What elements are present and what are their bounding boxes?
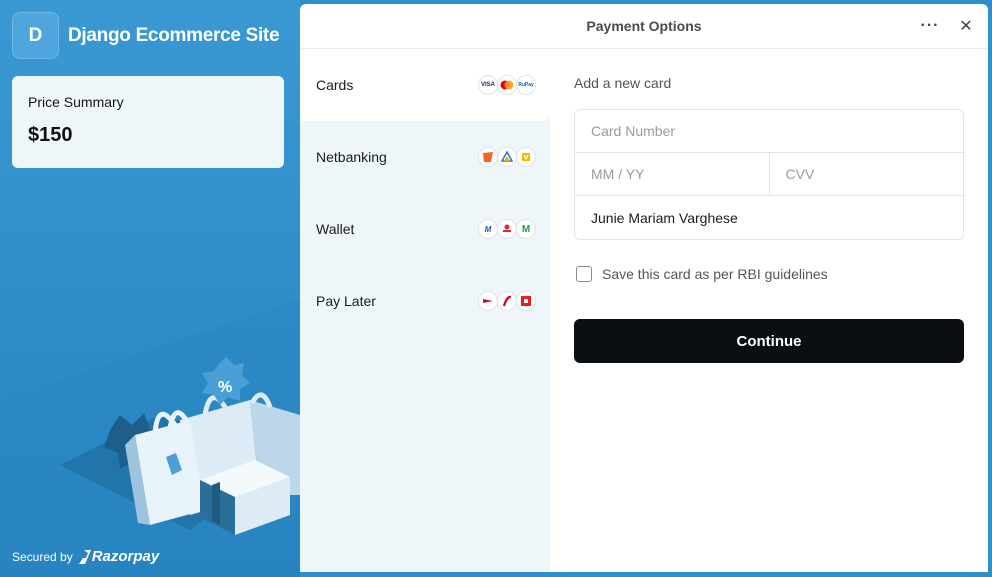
expiry-input[interactable] [591, 166, 753, 182]
cvv-cell [768, 153, 964, 195]
card-form: Add a new card Card Number MM / YY CVV J… [574, 49, 964, 363]
wallet-icon: M [478, 219, 498, 239]
wallet-icon: M [516, 219, 536, 239]
method-label: Pay Later [316, 293, 376, 309]
secured-by: Secured by Razorpay [12, 548, 159, 565]
method-label: Netbanking [316, 149, 387, 165]
card-number-input[interactable] [591, 123, 947, 139]
checkout-sidebar: D Django Ecommerce Site Price Summary $1… [0, 0, 300, 577]
paylater-icon [516, 291, 536, 311]
rupay-icon: RuPay [516, 75, 536, 95]
form-title: Add a new card [574, 75, 672, 91]
paylater-icon [478, 291, 498, 311]
card-fields [574, 109, 964, 240]
save-card-checkbox[interactable] [576, 266, 592, 282]
price-summary-amount: $150 [28, 124, 73, 146]
method-pay-later[interactable]: Pay Later [300, 265, 550, 337]
method-badges: M M [478, 219, 536, 239]
method-cards[interactable]: Cards VISA RuPay [300, 49, 550, 121]
cardholder-cell [575, 196, 963, 239]
expiry-cell [575, 153, 769, 195]
wallet-icon [497, 219, 517, 239]
cardholder-row [575, 196, 963, 239]
method-badges: VISA RuPay [478, 75, 536, 95]
continue-button[interactable]: Continue [574, 319, 964, 363]
card-number-row [575, 110, 963, 153]
brand-name: Django Ecommerce Site [68, 24, 280, 46]
ellipsis-icon: ··· [920, 17, 940, 34]
method-label: Wallet [316, 221, 355, 237]
payment-methods-list: Cards VISA RuPay Netbanking Wallet M M P… [300, 49, 550, 572]
razorpay-wordmark: Razorpay [91, 548, 160, 565]
price-summary-label: Price Summary [28, 94, 124, 110]
discount-symbol: % [218, 379, 232, 396]
modal-header: Payment Options ··· ✕ [300, 4, 988, 49]
mastercard-icon [497, 75, 517, 95]
method-wallet[interactable]: Wallet M M [300, 193, 550, 265]
method-badges [478, 147, 536, 167]
paylater-icon [497, 291, 517, 311]
brand-logo: D [12, 12, 59, 59]
bank-icon [497, 147, 517, 167]
method-netbanking[interactable]: Netbanking [300, 121, 550, 193]
price-summary-card: Price Summary $150 [12, 76, 284, 168]
payment-modal: Payment Options ··· ✕ Cards VISA RuPay N… [300, 4, 988, 572]
expiry-cvv-row [575, 153, 963, 196]
close-button[interactable]: ✕ [954, 14, 978, 38]
shopping-bags-illustration: % [60, 357, 300, 535]
visa-icon: VISA [478, 75, 498, 95]
bank-icon [478, 147, 498, 167]
razorpay-icon [78, 549, 91, 564]
more-options-button[interactable]: ··· [918, 14, 942, 38]
save-card-option[interactable]: Save this card as per RBI guidelines [574, 266, 964, 282]
modal-title: Payment Options [586, 18, 702, 34]
method-label: Cards [316, 77, 354, 93]
bank-icon [516, 147, 536, 167]
cardholder-name-input[interactable] [591, 209, 947, 226]
close-icon: ✕ [959, 18, 973, 35]
secured-by-text: Secured by [12, 549, 73, 564]
razorpay-logo: Razorpay [78, 548, 160, 565]
brand: D Django Ecommerce Site [12, 12, 280, 59]
save-card-label: Save this card as per RBI guidelines [602, 266, 828, 282]
cvv-input[interactable] [785, 166, 947, 182]
method-badges [478, 291, 536, 311]
card-number-cell [575, 110, 963, 152]
